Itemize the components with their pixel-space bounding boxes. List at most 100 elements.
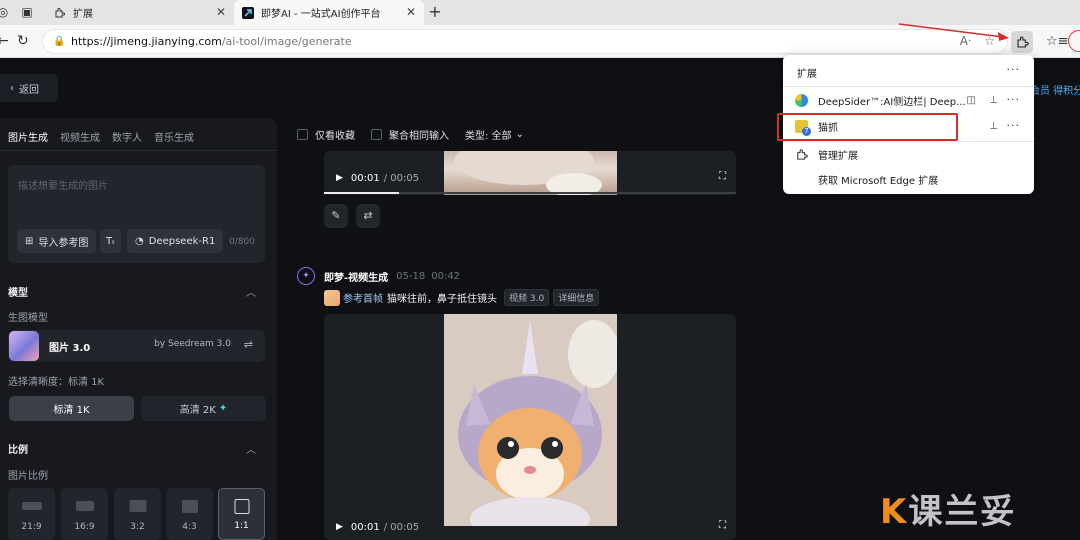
- ref-label[interactable]: 参考首帧: [343, 290, 383, 305]
- video-duration: / 00:05: [383, 521, 420, 533]
- play-icon[interactable]: ▶: [336, 522, 343, 532]
- fullscreen-icon[interactable]: ⛶: [719, 520, 726, 531]
- ratio-label: 1:1: [234, 521, 249, 531]
- ratio-3-2[interactable]: 3:2: [114, 488, 161, 540]
- puzzle-icon: [54, 7, 66, 19]
- quality-label: 选择清晰度：标清 1K: [8, 377, 105, 388]
- deepseek-button[interactable]: ◔ Deepseek-R1: [127, 229, 224, 253]
- tab-jimeng[interactable]: 即梦AI - 一站式AI创作平台 ✕: [234, 0, 424, 25]
- settings-sliders-icon[interactable]: ⇌: [244, 338, 253, 351]
- tab-label: 即梦AI - 一站式AI创作平台: [261, 9, 381, 20]
- text-icon: Tₜ: [106, 235, 116, 247]
- import-reference-button[interactable]: ⊞ 导入参考图: [17, 229, 97, 253]
- sidebar-icon[interactable]: ◫: [967, 95, 976, 106]
- ratio-label: 4:3: [182, 522, 197, 532]
- chevron-up-icon[interactable]: ︿: [246, 284, 256, 299]
- deepsider-icon: [795, 93, 808, 107]
- generation-clock: 00:42: [431, 270, 461, 282]
- sparkle-icon: ✦: [218, 403, 228, 414]
- chevron-left-icon: ‹: [10, 82, 14, 94]
- model-sub-label: 生图模型: [8, 313, 48, 324]
- details-tag[interactable]: 详细信息: [553, 289, 600, 306]
- reference-thumbnail[interactable]: [324, 289, 340, 306]
- chevron-down-icon: ⌄: [515, 129, 524, 140]
- back-arrow-icon[interactable]: ←: [0, 33, 9, 49]
- ratio-16-9[interactable]: 16:9: [61, 488, 108, 540]
- checkbox[interactable]: [297, 129, 308, 140]
- extension-item-deepsider[interactable]: DeepSider™:AI侧边栏| Deep... ◫ ⊥ ···: [783, 88, 1034, 112]
- ratio-label: 16:9: [74, 522, 95, 532]
- fullscreen-icon[interactable]: ⛶: [719, 171, 726, 182]
- model-selector[interactable]: 图片 3.0 by Seedream 3.0 ⇌: [8, 330, 265, 362]
- url-field[interactable]: 🔒 https://jimeng.jianying.com/ai-tool/im…: [42, 29, 1008, 54]
- video-progress[interactable]: [324, 192, 736, 194]
- more-options-icon[interactable]: ···: [1007, 119, 1021, 132]
- generation-prompt: 猫咪往前，鼻子抵住镜头: [387, 294, 497, 305]
- checkbox[interactable]: [371, 129, 382, 140]
- member-link[interactable]: 会员 得积分: [1030, 82, 1080, 97]
- video-card: ▶ 00:01 / 00:05 ⛶: [324, 151, 736, 195]
- ratio-sub-label: 图片比例: [8, 471, 48, 482]
- ratio-shape: [181, 500, 198, 513]
- only-favorites-checkbox[interactable]: 仅看收藏: [297, 127, 355, 142]
- edit-button[interactable]: ✎: [324, 204, 348, 228]
- tab-music[interactable]: 音乐生成: [154, 129, 194, 144]
- more-options-icon[interactable]: ···: [1007, 63, 1021, 76]
- repeat-icon: ⇄: [363, 209, 373, 222]
- model-thumbnail: [9, 331, 39, 361]
- only-fav-label: 仅看收藏: [315, 131, 355, 142]
- prompt-input[interactable]: 描述想要生成的图片 ⊞ 导入参考图 Tₜ ◔ Deepseek-R1 0/800: [8, 165, 265, 263]
- chevron-up-icon[interactable]: ︿: [246, 441, 256, 456]
- pin-icon[interactable]: ⊥: [989, 95, 998, 106]
- close-icon[interactable]: ✕: [216, 5, 226, 19]
- ratio-21-9[interactable]: 21:9: [8, 488, 55, 540]
- back-label: 返回: [19, 84, 39, 96]
- close-icon[interactable]: ✕: [406, 5, 416, 19]
- new-tab-icon[interactable]: +: [428, 4, 442, 20]
- pin-icon[interactable]: ⊥: [989, 121, 998, 132]
- ratio-4-3[interactable]: 4:3: [166, 488, 213, 540]
- favorites-icon[interactable]: ☆≡: [1046, 34, 1069, 49]
- url-host: https://jimeng.jianying.com: [71, 35, 222, 48]
- reload-icon[interactable]: ↻: [17, 33, 29, 49]
- more-options-icon[interactable]: ···: [1007, 93, 1021, 106]
- tab-actions-icon[interactable]: ▣: [20, 5, 34, 19]
- annotation-arrow: [898, 23, 1009, 41]
- profile-tab-icon[interactable]: ◎: [0, 5, 10, 19]
- quality-1k-button[interactable]: 标清 1K: [9, 396, 134, 421]
- q2-label: 高清 2K: [179, 405, 216, 416]
- regenerate-button[interactable]: ⇄: [356, 204, 380, 228]
- back-button[interactable]: ‹ 返回: [0, 74, 58, 102]
- get-extensions-item[interactable]: 获取 Microsoft Edge 扩展: [783, 167, 1034, 191]
- ratio-1-1[interactable]: 1:1: [218, 488, 265, 540]
- merge-inputs-checkbox[interactable]: 聚合相同输入: [371, 127, 449, 142]
- tab-image[interactable]: 图片生成: [8, 129, 48, 144]
- cat-unicorn-image: [444, 314, 617, 526]
- video-card: ▶ 00:01 / 00:05 ⛶: [324, 314, 736, 540]
- jimeng-logo-icon: [242, 6, 254, 19]
- puzzle-icon: [795, 148, 808, 161]
- q1-label: 标清 1K: [53, 405, 90, 416]
- video-duration: / 00:05: [383, 172, 420, 184]
- text-format-button[interactable]: Tₜ: [100, 229, 122, 253]
- ratio-label: 3:2: [130, 522, 145, 532]
- play-icon[interactable]: ▶: [336, 173, 343, 183]
- ratio-shape: [234, 499, 249, 514]
- divider: [783, 86, 1034, 87]
- tab-extensions[interactable]: 扩展 ✕: [46, 0, 234, 25]
- quality-2k-button[interactable]: 高清 2K ✦: [141, 396, 266, 421]
- pencil-icon: ✎: [331, 209, 341, 222]
- image-upload-icon: ⊞: [25, 235, 34, 247]
- type-label: 类型: 全部: [465, 131, 512, 142]
- video-time: 00:01: [350, 521, 380, 533]
- tab-digital-human[interactable]: 数字人: [112, 129, 142, 144]
- tab-video[interactable]: 视频生成: [60, 129, 100, 144]
- manage-extensions-item[interactable]: 管理扩展: [783, 142, 1034, 166]
- popup-title: 扩展: [797, 69, 817, 80]
- model-section-title: 模型: [8, 288, 28, 299]
- type-filter-dropdown[interactable]: 类型: 全部 ⌄: [465, 127, 524, 142]
- jimeng-avatar-icon: ✦: [297, 267, 315, 285]
- url-path: /ai-tool/image/generate: [221, 35, 352, 48]
- ratio-shape: [129, 500, 146, 512]
- generation-tabs: 图片生成 视频生成 数字人 音乐生成: [8, 129, 194, 144]
